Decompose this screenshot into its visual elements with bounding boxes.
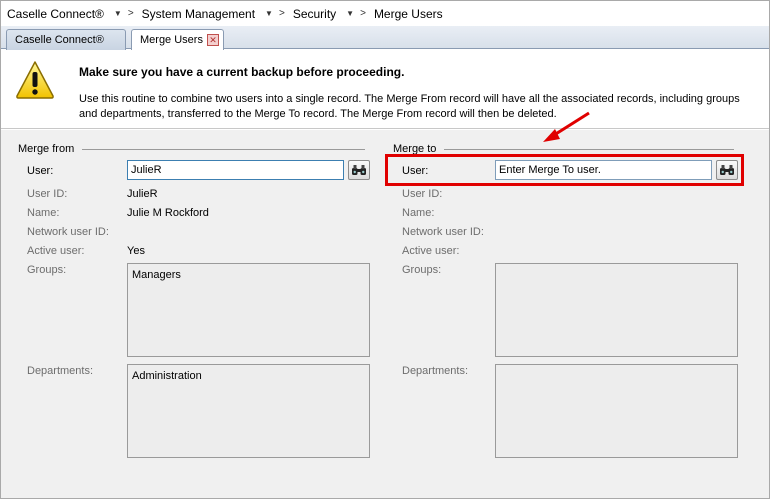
merge-from-user-input[interactable]: JulieR [127, 160, 344, 180]
merge-from-user-label: User: [27, 165, 54, 177]
section-divider [82, 148, 366, 150]
list-item: Administration [132, 370, 202, 382]
breadcrumb: Caselle Connect® ▼ > System Management ▼ >… [1, 1, 769, 26]
merge-to-active-label: Active user: [402, 245, 460, 257]
merge-from-lookup-button[interactable] [348, 160, 370, 180]
warning-panel: Make sure you have a current backup befo… [1, 50, 769, 129]
merge-to-groups-label: Groups: [402, 264, 442, 276]
merge-to-departments-label: Departments: [402, 365, 469, 377]
merge-from-groups-list[interactable]: Managers [127, 263, 370, 357]
binoculars-icon [352, 165, 366, 175]
merge-users-form: Merge from User: JulieR User ID: JulieR … [1, 130, 769, 498]
merge-from-groups-label: Groups: [27, 264, 67, 276]
merge-from-name-value: Julie M Rockford [127, 207, 209, 219]
merge-from-departments-label: Departments: [27, 365, 94, 377]
list-item: Managers [132, 269, 181, 281]
merge-from-active-value: Yes [127, 245, 145, 257]
breadcrumb-separator[interactable]: ▼ > [346, 8, 366, 19]
binoculars-icon [720, 165, 734, 175]
merge-from-active-label: Active user: [27, 245, 85, 257]
breadcrumb-separator[interactable]: ▼ > [114, 8, 134, 19]
merge-from-name-label: Name: [27, 207, 60, 219]
merge-from-departments-list[interactable]: Administration [127, 364, 370, 458]
breadcrumb-item-home[interactable]: Caselle Connect® [7, 7, 104, 21]
warning-triangle-icon [16, 61, 54, 99]
close-icon[interactable]: ✕ [207, 34, 219, 46]
tab-label: Caselle Connect® [15, 34, 104, 46]
merge-to-network-label: Network user ID: [402, 226, 484, 238]
merge-from-user-id-label: User ID: [27, 188, 68, 200]
tab-label: Merge Users [140, 34, 203, 46]
merge-from-user-id-value: JulieR [127, 188, 158, 200]
merge-to-lookup-button[interactable] [716, 160, 738, 180]
merge-to-groups-list[interactable] [495, 263, 738, 357]
merge-to-departments-list[interactable] [495, 364, 738, 458]
breadcrumb-item-merge-users[interactable]: Merge Users [374, 7, 443, 21]
breadcrumb-item-system-management[interactable]: System Management [142, 7, 255, 21]
tab-strip: Caselle Connect® Merge Users ✕ [1, 26, 769, 51]
merge-to-user-input[interactable]: Enter Merge To user. [495, 160, 712, 180]
breadcrumb-separator[interactable]: ▼ > [265, 8, 285, 19]
tab-caselle-connect[interactable]: Caselle Connect® [6, 29, 126, 50]
merge-from-label: Merge from [18, 143, 75, 155]
merge-to-name-label: Name: [402, 207, 435, 219]
section-divider [444, 148, 735, 150]
warning-description: Use this routine to combine two users in… [79, 93, 740, 120]
merge-from-section-title: Merge from [18, 143, 366, 155]
merge-to-user-id-label: User ID: [402, 188, 443, 200]
merge-to-user-label: User: [402, 165, 429, 177]
callout-arrow-icon [543, 111, 590, 142]
tab-merge-users[interactable]: Merge Users ✕ [131, 29, 224, 51]
merge-from-network-label: Network user ID: [27, 226, 109, 238]
warning-title: Make sure you have a current backup befo… [79, 65, 405, 79]
breadcrumb-item-security[interactable]: Security [293, 7, 336, 21]
